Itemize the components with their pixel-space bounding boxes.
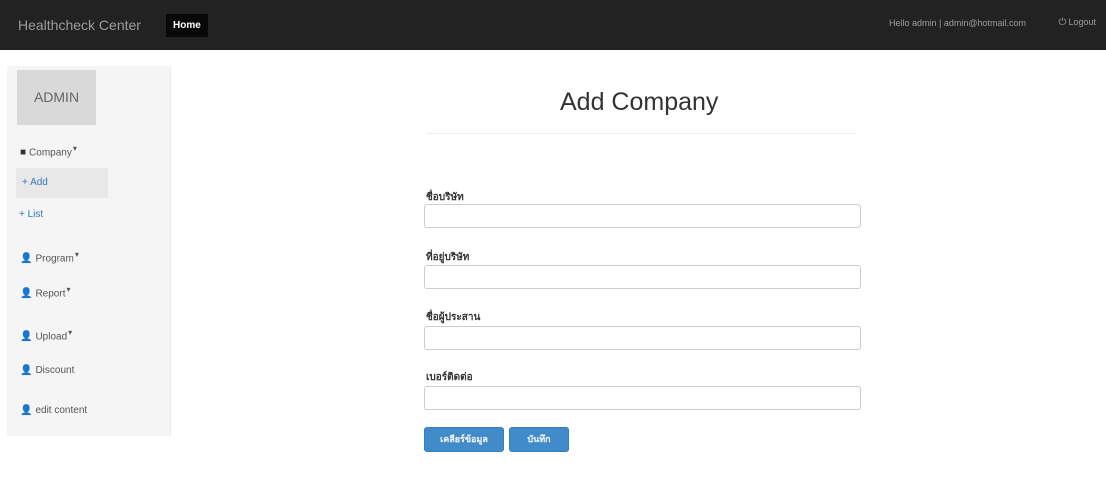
sidebar-item-label: Company: [29, 147, 72, 159]
sidebar-item-discount[interactable]: 👤 Discount: [20, 365, 74, 376]
phone-label: เบอร์ติดต่อ: [426, 372, 473, 383]
sidebar-item-company[interactable]: ■ Company▾: [20, 144, 77, 158]
user-info: Hello admin | admin@hotmail.com: [888, 18, 1026, 28]
sidebar-item-label: Upload: [35, 331, 68, 343]
caret-icon: ▾: [72, 144, 77, 153]
user-icon: 👤: [20, 331, 33, 343]
sidebar-item-label: Report: [35, 288, 66, 300]
sidebar-item-upload[interactable]: 👤 Upload▾: [20, 328, 72, 342]
save-button[interactable]: บันทึก: [509, 427, 569, 452]
logout-link[interactable]: ⏻ Logout: [1059, 17, 1096, 28]
logout-label: Logout: [1068, 17, 1096, 27]
title-divider: [426, 133, 856, 134]
power-icon: ⏻: [1058, 17, 1067, 28]
sidebar-subitem-add[interactable]: + Add: [16, 168, 108, 198]
user-icon: 👤: [20, 253, 33, 265]
sidebar-subitem-list[interactable]: + List: [19, 209, 43, 220]
sidebar-item-report[interactable]: 👤 Report▾: [20, 285, 70, 299]
company-address-label: ที่อยู่บริษัท: [426, 252, 470, 263]
phone-field[interactable]: [424, 386, 861, 410]
caret-icon: ▾: [74, 250, 79, 259]
sidebar: ADMIN ■ Company▾ + Add + List 👤 Program▾ 👤…: [7, 66, 171, 436]
nav-home-link[interactable]: Home: [166, 14, 208, 37]
brand-link[interactable]: Healthcheck Center: [18, 17, 141, 33]
user-icon: 👤: [20, 288, 33, 300]
caret-icon: ▾: [68, 328, 73, 337]
company-address-field[interactable]: [424, 265, 861, 289]
sidebar-item-program[interactable]: 👤 Program▾: [20, 250, 79, 264]
user-icon: 👤: [20, 405, 33, 416]
sidebar-item-label: edit content: [35, 405, 88, 416]
page-title: Add Company: [560, 88, 719, 116]
caret-icon: ▾: [66, 285, 71, 294]
admin-header: ADMIN: [17, 70, 96, 125]
clear-button[interactable]: เคลียร์ข้อมูล: [424, 427, 504, 452]
user-icon: 👤: [20, 365, 33, 376]
company-name-field[interactable]: [424, 204, 861, 228]
contact-name-label: ชื่อผู้ประสาน: [426, 312, 481, 323]
contact-name-field[interactable]: [424, 326, 861, 350]
square-icon: ■: [20, 147, 27, 159]
sidebar-item-edit-content[interactable]: 👤 edit content: [20, 405, 87, 416]
top-navbar: Healthcheck Center Home Hello admin | ad…: [0, 0, 1106, 50]
company-name-label: ชื่อบริษัท: [426, 192, 464, 203]
sidebar-item-label: Program: [35, 253, 74, 265]
sidebar-item-label: Discount: [35, 365, 75, 376]
